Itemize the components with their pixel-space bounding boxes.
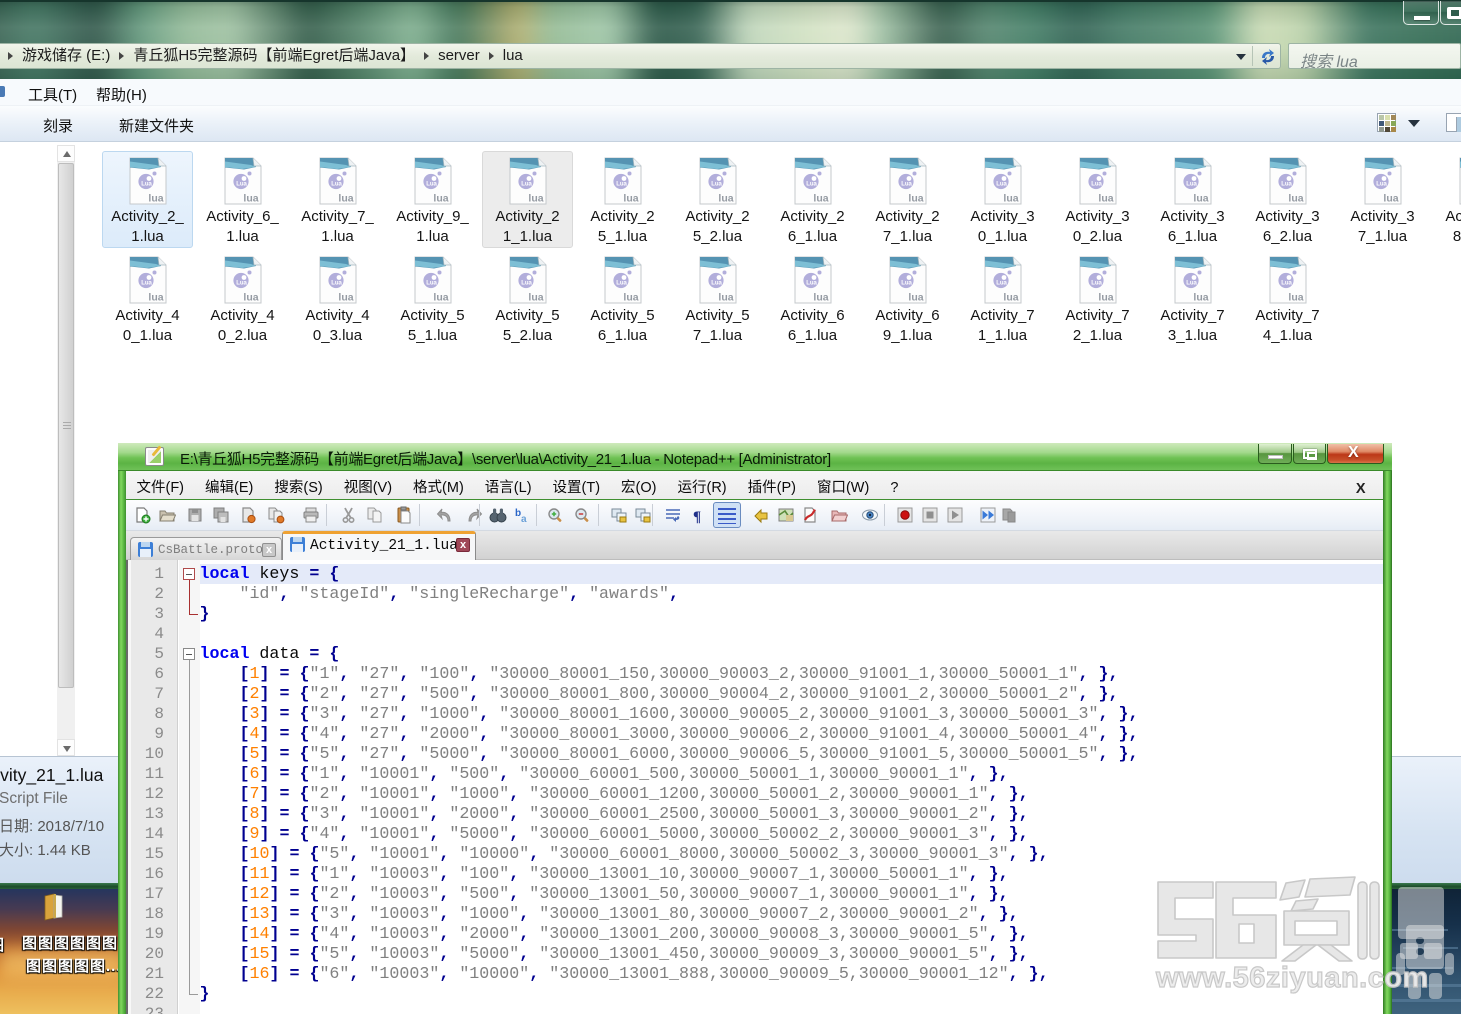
svg-text:Lua: Lua: [521, 281, 532, 287]
svg-text:a: a: [521, 514, 527, 524]
svg-text:Lua: Lua: [901, 182, 912, 188]
svg-text:Lua: Lua: [331, 281, 342, 287]
svg-text:Lua: Lua: [1376, 182, 1387, 188]
svg-text:lua: lua: [243, 292, 258, 304]
svg-text:lua: lua: [1003, 292, 1018, 304]
svg-text:Lua: Lua: [996, 182, 1007, 188]
svg-text:Lua: Lua: [1091, 281, 1102, 287]
svg-text:Lua: Lua: [901, 281, 912, 287]
svg-text:lua: lua: [528, 193, 543, 205]
svg-text:lua: lua: [1193, 193, 1208, 205]
svg-text:Lua: Lua: [521, 182, 532, 188]
svg-text:lua: lua: [433, 193, 448, 205]
svg-text:Lua: Lua: [236, 281, 247, 287]
svg-text:lua: lua: [813, 292, 828, 304]
svg-text:Lua: Lua: [331, 182, 342, 188]
svg-text:Lua: Lua: [1186, 182, 1197, 188]
svg-text:lua: lua: [338, 193, 353, 205]
svg-text:lua: lua: [433, 292, 448, 304]
svg-text:Lua: Lua: [1281, 182, 1292, 188]
svg-text:lua: lua: [1003, 193, 1018, 205]
svg-text:lua: lua: [1288, 292, 1303, 304]
svg-text:lua: lua: [338, 292, 353, 304]
svg-text:lua: lua: [1098, 193, 1113, 205]
svg-text:lua: lua: [1193, 292, 1208, 304]
svg-text:Lua: Lua: [711, 281, 722, 287]
svg-text:lua: lua: [908, 292, 923, 304]
svg-text:lua: lua: [718, 292, 733, 304]
svg-text:lua: lua: [908, 193, 923, 205]
svg-text:lua: lua: [148, 292, 163, 304]
svg-text:Lua: Lua: [426, 281, 437, 287]
svg-text:lua: lua: [718, 193, 733, 205]
svg-text:¶: ¶: [693, 509, 701, 524]
svg-text:lua: lua: [528, 292, 543, 304]
svg-text:Lua: Lua: [141, 182, 152, 188]
svg-text:Lua: Lua: [236, 182, 247, 188]
svg-text:lua: lua: [1383, 193, 1398, 205]
svg-text:lua: lua: [1098, 292, 1113, 304]
svg-text:lua: lua: [813, 193, 828, 205]
svg-text:lua: lua: [1288, 193, 1303, 205]
svg-text:Lua: Lua: [616, 281, 627, 287]
svg-text:Lua: Lua: [996, 281, 1007, 287]
svg-text:Lua: Lua: [806, 281, 817, 287]
svg-text:Lua: Lua: [616, 182, 627, 188]
svg-text:lua: lua: [243, 193, 258, 205]
svg-text:Lua: Lua: [711, 182, 722, 188]
svg-text:Lua: Lua: [1091, 182, 1102, 188]
svg-text:Lua: Lua: [806, 182, 817, 188]
svg-text:Lua: Lua: [141, 281, 152, 287]
svg-text:Lua: Lua: [1281, 281, 1292, 287]
svg-text:Lua: Lua: [426, 182, 437, 188]
svg-text:lua: lua: [623, 193, 638, 205]
svg-text:Lua: Lua: [1186, 281, 1197, 287]
svg-text:lua: lua: [623, 292, 638, 304]
svg-text:lua: lua: [148, 193, 163, 205]
